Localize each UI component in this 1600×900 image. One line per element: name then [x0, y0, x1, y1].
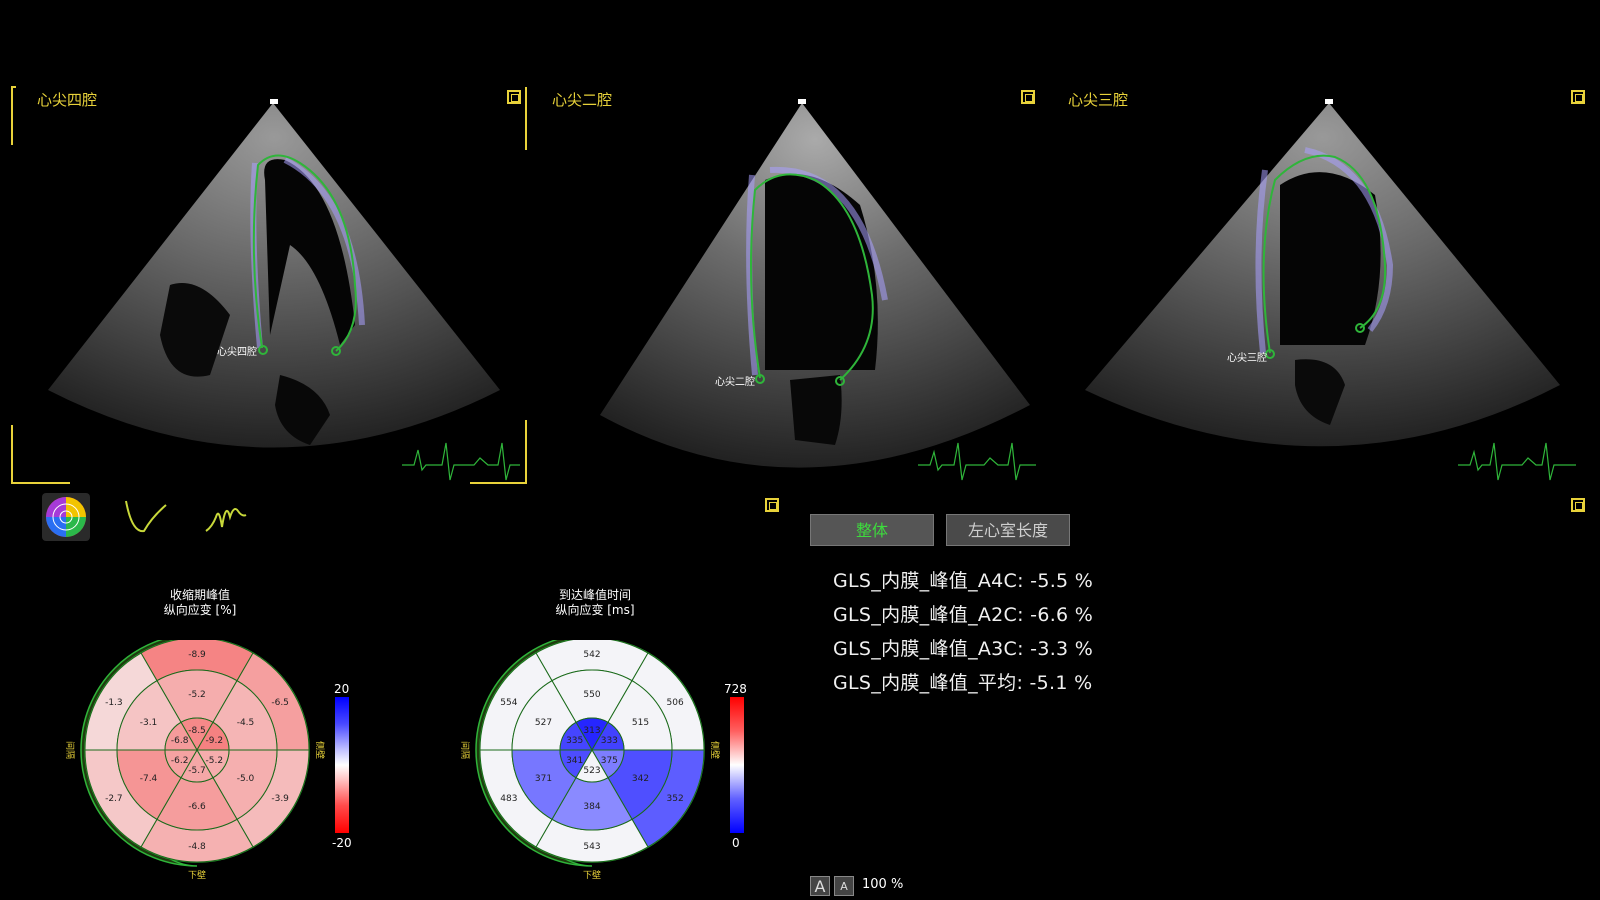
gls-value: -5.1 % [1029, 672, 1093, 694]
wall-label-left: 间隔 [459, 741, 471, 759]
segment-value: 527 [535, 718, 552, 728]
segment-value: -6.6 [188, 802, 206, 812]
point-label-a3c: 心尖三腔 [1227, 353, 1267, 364]
segment-value: 371 [535, 774, 552, 784]
echo-view-a3c[interactable]: 心尖三腔 心尖三腔 [1065, 85, 1590, 512]
segment-value: 515 [632, 718, 649, 728]
strain-color-scale [335, 697, 349, 833]
segment-value: -5.7 [188, 766, 206, 776]
point-label-a4c: 心尖四腔 [217, 347, 257, 358]
segment-value: 550 [583, 690, 600, 700]
segment-value: 342 [632, 774, 649, 784]
segment-value: -5.2 [188, 690, 206, 700]
segment-value: 313 [583, 726, 600, 736]
wall-label-bottom: 下壁 [583, 869, 601, 881]
gls-row-a4c: GLS_内膜_峰值_A4C: -5.5 % [833, 566, 1093, 600]
strain-scale-min: -20 [332, 836, 352, 850]
title-line-1: 到达峰值时间 [558, 588, 631, 602]
segment-value: 523 [583, 766, 600, 776]
gls-label: GLS_内膜_峰值_A3C: [833, 638, 1024, 660]
ecg-trace-a3c [1458, 442, 1576, 481]
segment-value: 341 [566, 756, 583, 766]
tab-global[interactable]: 整体 [810, 514, 934, 546]
gls-value: -5.5 % [1030, 570, 1094, 592]
point-label-a2c: 心尖二腔 [715, 377, 755, 388]
bullseye-strain-title: 收缩期峰值 纵向应变 [%] [100, 588, 300, 618]
time-color-scale [730, 697, 744, 833]
maximize-icon[interactable] [765, 498, 779, 512]
bullseye-view-icon[interactable] [42, 493, 90, 541]
segment-value: 554 [500, 698, 517, 708]
segment-value: 375 [601, 756, 618, 766]
strain-scale-max: 20 [334, 682, 350, 696]
segment-value: -5.0 [237, 774, 255, 784]
segment-value: -1.3 [105, 698, 123, 708]
ultrasound-image-a3c [1085, 99, 1560, 447]
zoom-level: 100 % [862, 877, 904, 892]
segment-value: 384 [583, 802, 600, 812]
gls-row-average: GLS_内膜_峰值_平均: -5.1 % [833, 668, 1093, 702]
gls-value: -3.3 % [1030, 638, 1094, 660]
maximize-icon[interactable] [1571, 498, 1585, 512]
segment-value: 333 [601, 736, 618, 746]
gls-label: GLS_内膜_峰值_A2C: [833, 604, 1024, 626]
font-increase-button[interactable]: A [834, 876, 854, 896]
wall-label-bottom: 下壁 [188, 869, 206, 881]
gls-row-a2c: GLS_内膜_峰值_A2C: -6.6 % [833, 600, 1093, 634]
time-scale-max: 728 [724, 682, 747, 696]
ecg-trace-a4c [402, 442, 520, 481]
segment-value: -6.5 [271, 698, 289, 708]
bullseye-time-title: 到达峰值时间 纵向应变 [ms] [495, 588, 695, 618]
segment-value: -3.9 [271, 794, 289, 804]
segment-value: -4.5 [237, 718, 255, 728]
segment-value: 352 [667, 794, 684, 804]
segment-value: 542 [583, 650, 600, 660]
segment-value: -6.2 [171, 756, 189, 766]
strain-rate-curve-icon[interactable] [202, 497, 250, 537]
gls-row-a3c: GLS_内膜_峰值_A3C: -3.3 % [833, 634, 1093, 668]
font-decrease-button[interactable]: A [810, 876, 830, 896]
segment-value: -6.8 [171, 736, 189, 746]
ultrasound-image-a2c [600, 99, 1030, 468]
wall-label-right: 侧壁 [314, 741, 325, 759]
segment-value: 483 [500, 794, 517, 804]
echo-view-a2c[interactable]: 心尖二腔 心尖二腔 [540, 85, 1050, 512]
title-line-2: 纵向应变 [%] [163, 603, 237, 617]
segment-value: -5.2 [206, 756, 224, 766]
segment-value: -7.4 [140, 774, 158, 784]
bullseye-time-chart[interactable]: 5425063525434835545505153423843715273133… [450, 640, 720, 900]
title-line-1: 收缩期峰值 [169, 588, 230, 602]
segment-value: -9.2 [206, 736, 224, 746]
title-line-2: 纵向应变 [ms] [555, 603, 635, 617]
segment-value: 506 [667, 698, 684, 708]
gls-results: GLS_内膜_峰值_A4C: -5.5 % GLS_内膜_峰值_A2C: -6.… [833, 566, 1093, 702]
ecg-trace-a2c [918, 442, 1036, 481]
segment-value: -8.9 [188, 650, 206, 660]
time-scale-min: 0 [732, 836, 740, 850]
gls-label: GLS_内膜_峰值_平均: [833, 672, 1024, 694]
gls-value: -6.6 % [1030, 604, 1094, 626]
wall-label-right: 侧壁 [709, 741, 720, 759]
segment-value: -8.5 [188, 726, 206, 736]
segment-value: -4.8 [188, 842, 206, 852]
echo-view-a4c[interactable]: 心尖四腔 心尖四腔 [10, 85, 530, 485]
gls-label: GLS_内膜_峰值_A4C: [833, 570, 1024, 592]
wall-label-left: 间隔 [64, 741, 76, 759]
segment-value: 543 [583, 842, 600, 852]
tab-lv-length[interactable]: 左心室长度 [946, 514, 1070, 546]
bullseye-strain-chart[interactable]: -8.9 -6.5 -3.9 -4.8 -2.7 -1.3 -5.2 -4.5 -5.0 -6.6… [55, 640, 325, 900]
segment-value: 335 [566, 736, 583, 746]
ultrasound-image-a4c [48, 99, 500, 448]
strain-curve-icon[interactable] [122, 497, 170, 537]
segment-value: -3.1 [140, 718, 158, 728]
segment-value: -2.7 [105, 794, 123, 804]
